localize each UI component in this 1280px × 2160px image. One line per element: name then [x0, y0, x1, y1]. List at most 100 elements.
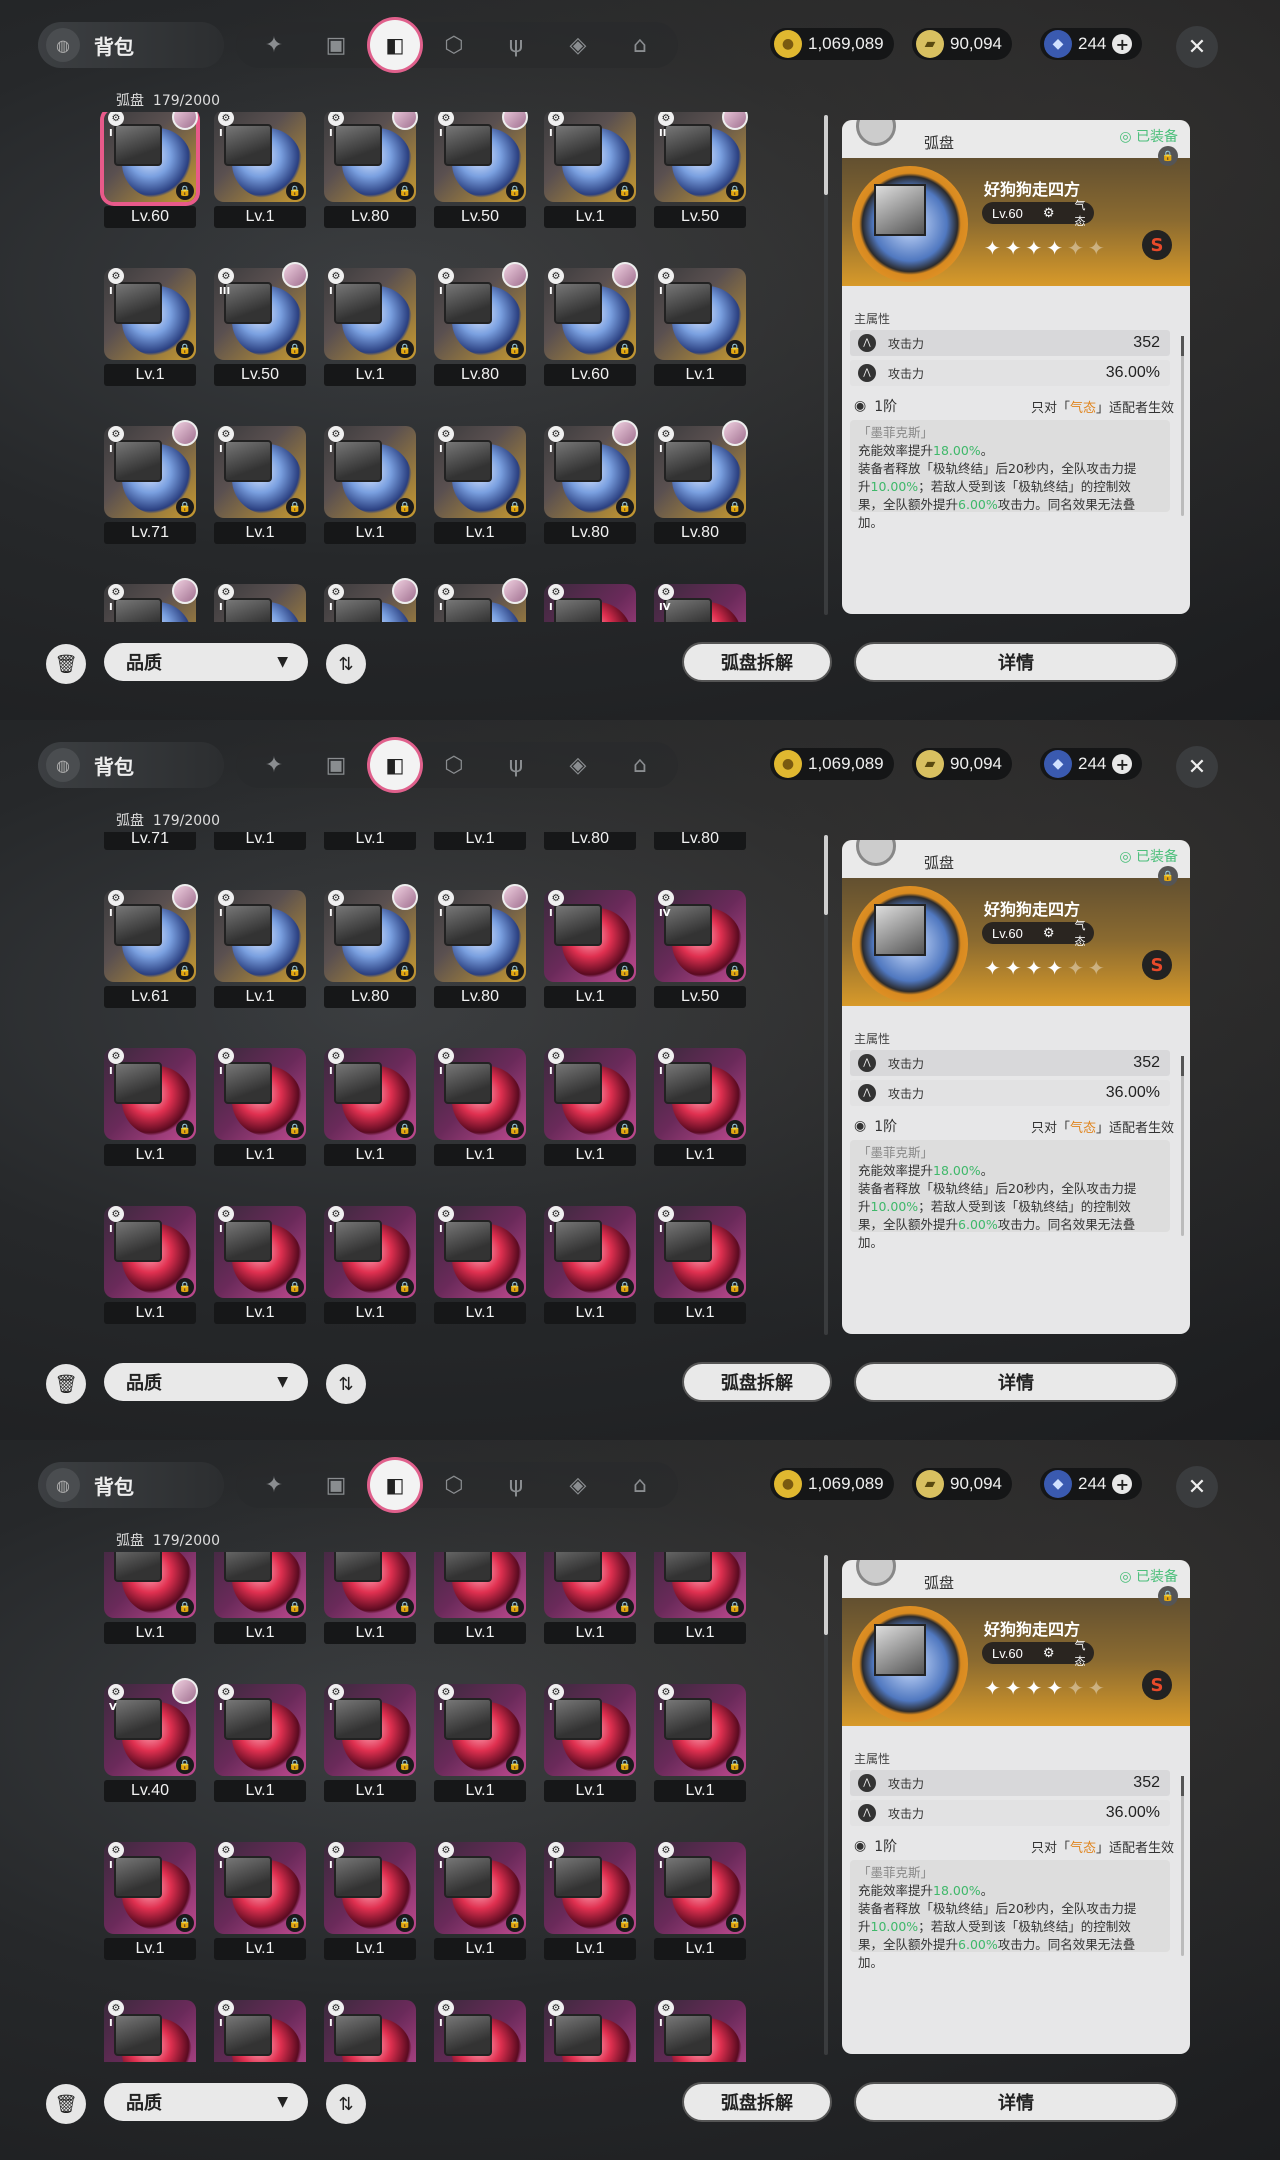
disc-card[interactable]: ⚙I🔒Lv.1 — [100, 1044, 196, 1174]
disc-card[interactable]: ⚙I🔒Lv.80 — [320, 578, 418, 622]
lock-icon[interactable]: 🔒 — [1158, 146, 1178, 166]
tab-disc[interactable]: ◧ — [370, 20, 420, 70]
disc-card[interactable]: ⚙I🔒Lv.80 — [430, 578, 528, 622]
disc-card[interactable]: ⚙IV🔒Lv.50 — [650, 580, 746, 622]
close-button[interactable]: ✕ — [1176, 1466, 1218, 1508]
disc-card[interactable]: ⚙I🔒Lv.1 — [430, 1680, 526, 1810]
disc-card[interactable]: ⚙I🔒Lv.1 — [320, 832, 416, 858]
disc-card[interactable]: ⚙I🔒Lv.80 — [320, 884, 418, 1016]
disc-card[interactable]: ⚙ I 🔒 Lv.60 — [100, 112, 198, 236]
tab-disc[interactable]: ◧ — [370, 1460, 420, 1510]
disc-card[interactable]: ⚙I🔒Lv.1 — [210, 1044, 306, 1174]
add-crystal-button[interactable]: + — [1112, 754, 1133, 774]
detail-scrollbar[interactable] — [1181, 1056, 1184, 1236]
disc-card[interactable]: ⚙ I 🔒 Lv.50 — [430, 112, 528, 236]
disc-card[interactable]: ⚙I🔒Lv.1 — [210, 1680, 306, 1810]
tab-device[interactable]: ▣ — [308, 22, 364, 68]
disc-card[interactable]: ⚙I🔒Lv.1 — [430, 1044, 526, 1174]
disc-card[interactable]: ⚙I🔒Lv.1 — [320, 422, 416, 552]
details-button[interactable]: 详情 — [854, 1362, 1178, 1402]
tab-material[interactable]: ◈ — [550, 742, 606, 788]
disc-card[interactable]: ⚙ II 🔒 Lv.50 — [650, 112, 748, 236]
disc-card[interactable]: ⚙I🔒Lv.1 — [320, 264, 416, 394]
disc-card[interactable]: ⚙I🔒Lv.80 — [430, 884, 528, 1016]
trash-button[interactable]: 🗑 — [46, 2084, 86, 2124]
tab-home[interactable]: ⌂ — [612, 742, 668, 788]
tab-disc[interactable]: ◧ — [370, 740, 420, 790]
disc-card[interactable]: ⚙ III 🔒 Lv.50 — [210, 262, 308, 394]
close-button[interactable]: ✕ — [1176, 746, 1218, 788]
quality-filter-dropdown[interactable]: 品质 ▼ — [104, 1363, 308, 1401]
add-crystal-button[interactable]: + — [1112, 34, 1133, 54]
tab-home[interactable]: ⌂ — [612, 22, 668, 68]
disc-card[interactable]: ⚙I🔒Lv.80 — [430, 262, 528, 394]
disc-card[interactable]: ⚙I🔒Lv.1 — [540, 1680, 636, 1810]
disc-card[interactable]: ⚙I🔒Lv.1 — [650, 1996, 746, 2062]
sort-toggle-button[interactable]: ⇅ — [326, 1364, 366, 1404]
disc-card[interactable]: ⚙I🔒Lv.1 — [540, 1552, 636, 1652]
disc-card[interactable]: ⚙I🔒Lv.1 — [540, 580, 636, 622]
disc-card[interactable]: ⚙I🔒Lv.1 — [650, 1838, 746, 1968]
grid-scrollbar[interactable] — [824, 1555, 828, 2055]
detail-scrollbar[interactable] — [1181, 1776, 1184, 1956]
tab-box[interactable]: ⬡ — [426, 22, 482, 68]
tab-agent[interactable]: ✦ — [246, 1462, 302, 1508]
disc-card[interactable]: ⚙I🔒Lv.1 — [210, 832, 306, 858]
disc-card[interactable]: ⚙I🔒Lv.1 — [320, 1838, 416, 1968]
disc-card[interactable]: ⚙ I 🔒 Lv.60 — [540, 262, 638, 394]
tab-box[interactable]: ⬡ — [426, 742, 482, 788]
tab-home[interactable]: ⌂ — [612, 1462, 668, 1508]
disc-card[interactable]: ⚙I🔒Lv.1 — [100, 1202, 196, 1332]
disc-card[interactable]: ⚙I🔒Lv.1 — [430, 422, 526, 552]
dismantle-button[interactable]: 弧盘拆解 — [682, 642, 832, 682]
disc-card[interactable]: ⚙I🔒Lv.1 — [650, 1552, 746, 1652]
disc-card[interactable]: ⚙I🔒Lv.1 — [540, 1044, 636, 1174]
disc-card[interactable]: ⚙I🔒Lv.1 — [540, 886, 636, 1016]
sort-toggle-button[interactable]: ⇅ — [326, 644, 366, 684]
disc-card[interactable]: ⚙I🔒Lv.71 — [100, 832, 196, 858]
disc-card[interactable]: ⚙I🔒Lv.1 — [210, 1552, 306, 1652]
tab-agent[interactable]: ✦ — [246, 22, 302, 68]
tab-device[interactable]: ▣ — [308, 1462, 364, 1508]
disc-card[interactable]: ⚙I🔒Lv.1 — [210, 1838, 306, 1968]
disc-card[interactable]: ⚙I🔒Lv.1 — [320, 1552, 416, 1652]
disc-card[interactable]: ⚙I🔒Lv.1 — [320, 1202, 416, 1332]
disc-card[interactable]: ⚙I🔒Lv.1 — [210, 1202, 306, 1332]
disc-card[interactable]: ⚙I🔒Lv.71 — [100, 420, 198, 552]
quality-filter-dropdown[interactable]: 品质 ▼ — [104, 643, 308, 681]
tab-device[interactable]: ▣ — [308, 742, 364, 788]
tab-food[interactable]: ψ — [488, 1462, 544, 1508]
disc-card[interactable]: ⚙I🔒Lv.1 — [540, 1838, 636, 1968]
disc-card[interactable]: ⚙I🔒Lv.1 — [540, 112, 636, 236]
disc-card[interactable]: ⚙I🔒Lv.1 — [210, 112, 306, 236]
disc-card[interactable]: ⚙I🔒Lv.80 — [540, 420, 638, 552]
disc-card[interactable]: ⚙I🔒Lv.1 — [430, 1202, 526, 1332]
disc-card[interactable]: ⚙ I 🔒 Lv.61 — [100, 884, 198, 1016]
disc-card[interactable]: ⚙IV🔒Lv.50 — [650, 886, 746, 1016]
disc-card[interactable]: ⚙I🔒Lv.1 — [210, 580, 306, 622]
close-button[interactable]: ✕ — [1176, 26, 1218, 68]
disc-card[interactable]: ⚙I🔒Lv.1 — [650, 1202, 746, 1332]
lock-icon[interactable]: 🔒 — [1158, 866, 1178, 886]
disc-card[interactable]: ⚙I🔒Lv.1 — [430, 1552, 526, 1652]
disc-card[interactable]: ⚙I🔒Lv.1 — [100, 1552, 196, 1652]
details-button[interactable]: 详情 — [854, 2082, 1178, 2122]
grid-scrollbar[interactable] — [824, 115, 828, 615]
disc-card[interactable]: ⚙I🔒Lv.1 — [650, 1044, 746, 1174]
disc-card[interactable]: ⚙I🔒Lv.1 — [540, 1202, 636, 1332]
disc-card[interactable]: ⚙ V 🔒 Lv.40 — [100, 1678, 198, 1810]
dismantle-button[interactable]: 弧盘拆解 — [682, 1362, 832, 1402]
disc-card[interactable]: ⚙I🔒Lv.1 — [540, 1996, 636, 2062]
trash-button[interactable]: 🗑 — [46, 644, 86, 684]
disc-card[interactable]: ⚙I🔒Lv.1 — [430, 1996, 526, 2062]
disc-card[interactable]: ⚙I🔒Lv.1 — [210, 422, 306, 552]
trash-button[interactable]: 🗑 — [46, 1364, 86, 1404]
details-button[interactable]: 详情 — [854, 642, 1178, 682]
dismantle-button[interactable]: 弧盘拆解 — [682, 2082, 832, 2122]
disc-card[interactable]: ⚙I🔒Lv.1 — [430, 1838, 526, 1968]
disc-card[interactable]: ⚙I🔒Lv.80 — [650, 832, 746, 858]
disc-card[interactable]: ⚙I🔒Lv.1 — [430, 832, 526, 858]
sort-toggle-button[interactable]: ⇅ — [326, 2084, 366, 2124]
disc-card[interactable]: ⚙I🔒Lv.1 — [100, 1996, 196, 2062]
disc-card[interactable]: ⚙I🔒Lv.80 — [650, 420, 748, 552]
